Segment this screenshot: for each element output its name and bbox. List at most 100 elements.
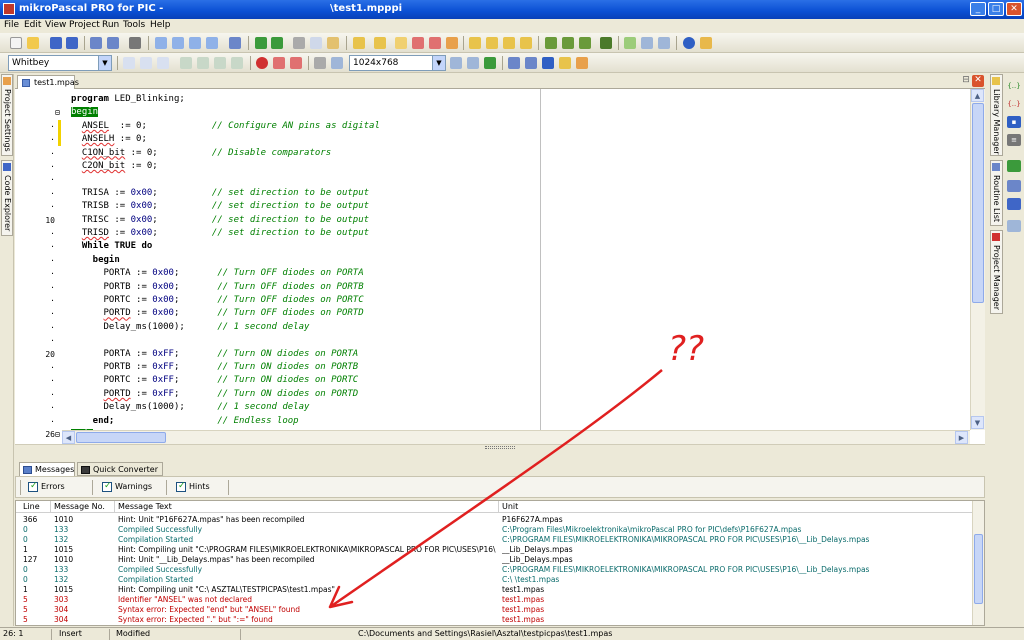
menu-run[interactable]: Run (102, 20, 119, 30)
scroll-down-icon[interactable]: ▼ (971, 416, 984, 429)
tab-quick-converter[interactable]: Quick Converter (77, 462, 163, 476)
checkbox-checked-icon[interactable] (102, 481, 112, 492)
editor-vertical-scrollbar[interactable]: ▲ ▼ (970, 89, 985, 430)
close-project-icon[interactable] (429, 37, 441, 49)
about-icon[interactable] (700, 37, 712, 49)
close-file-icon[interactable] (90, 37, 102, 49)
editor-horizontal-scrollbar[interactable]: ◀ ▶ (62, 430, 970, 444)
chip-icon[interactable]: ▪ (1007, 116, 1021, 128)
network-icon[interactable] (1007, 198, 1021, 210)
open-folder-icon[interactable] (27, 37, 39, 49)
column-divider[interactable] (498, 501, 499, 513)
tab-test1-mpas[interactable]: test1.mpas (17, 75, 79, 89)
copy-icon[interactable] (310, 37, 322, 49)
message-row[interactable]: 5 304 Syntax error: Expected "end" but "AN… (16, 605, 974, 614)
folder-edit-icon[interactable] (520, 37, 532, 49)
code-line[interactable]: · PORTB := 0x00; // Turn OFF diodes on P… (15, 281, 970, 294)
code-line[interactable]: · end; // Endless loop (15, 415, 970, 428)
tab-code-explorer[interactable]: Code Explorer (1, 160, 13, 236)
code-line[interactable]: · (15, 173, 970, 186)
scroll-up-icon[interactable]: ▲ (971, 89, 984, 102)
column-unit[interactable]: Unit (502, 502, 518, 511)
build-all-icon[interactable] (562, 37, 574, 49)
splitter-grip[interactable] (485, 446, 515, 449)
editor-scheme-combo[interactable]: Whitbey ▼ (8, 55, 112, 71)
layout-icon[interactable] (450, 57, 462, 69)
new-project-icon[interactable] (353, 37, 365, 49)
message-row[interactable]: 5 304 Syntax error: Expected "." but ":=" … (16, 615, 974, 624)
watch-icon[interactable] (314, 57, 326, 69)
message-row[interactable]: 5 303 Identifier "ANSEL" was not declared t… (16, 595, 974, 604)
scroll-left-icon[interactable]: ◀ (62, 431, 75, 444)
programmer-icon[interactable] (600, 37, 612, 49)
menu-view[interactable]: View (45, 20, 66, 30)
close-button[interactable]: ✕ (1006, 2, 1022, 16)
messages-scrollbar[interactable] (972, 501, 984, 625)
column-divider[interactable] (114, 501, 115, 513)
tab-library-manager[interactable]: Library Manager (990, 74, 1003, 156)
tab-routine-list[interactable]: Routine List (990, 160, 1003, 226)
paste-icon[interactable] (327, 37, 339, 49)
build-icon[interactable] (545, 37, 557, 49)
message-row[interactable]: 0 133 Compiled Successfully C:\Program File… (16, 525, 974, 534)
code-line[interactable]: program LED_Blinking; (15, 93, 970, 106)
menu-help[interactable]: Help (150, 20, 171, 30)
scroll-thumb[interactable] (972, 103, 984, 303)
pane-splitter[interactable] (15, 444, 985, 450)
remove-file-icon[interactable] (486, 37, 498, 49)
braces-icon[interactable]: {..} (1007, 80, 1021, 92)
menu-edit[interactable]: Edit (24, 20, 41, 30)
checkbox-checked-icon[interactable] (176, 481, 186, 492)
code-line[interactable]: · PORTD := 0x00; // Turn OFF diodes on P… (15, 307, 970, 320)
message-row[interactable]: 0 132 Compilation Started C:\ \test1.mpas (16, 575, 974, 584)
debug-window-icon[interactable] (331, 57, 343, 69)
tab-project-manager[interactable]: Project Manager (990, 230, 1003, 314)
print-icon[interactable] (129, 37, 141, 49)
code-line[interactable]: · C1ON_bit := 0; // Disable comparators (15, 147, 970, 160)
code-line[interactable]: · Delay_ms(1000); // 1 second delay (15, 401, 970, 414)
tab-project-settings[interactable]: Project Settings (1, 74, 13, 156)
project-settings-icon[interactable] (446, 37, 458, 49)
seven-segment-icon[interactable] (542, 57, 554, 69)
outdent-icon[interactable] (140, 57, 152, 69)
save-icon[interactable] (50, 37, 62, 49)
code-line[interactable]: · TRISD := 0x00; // set direction to be … (15, 227, 970, 240)
folder-new-icon[interactable] (503, 37, 515, 49)
hints-checkbox[interactable]: Hints (176, 481, 210, 492)
clear-breakpoints-icon[interactable] (273, 57, 285, 69)
message-row[interactable]: 1 1015 Hint: Compiling unit "C:\PROGRAM FI… (16, 545, 974, 554)
resolution-combo[interactable]: 1024x768 ▼ (349, 55, 446, 71)
list-icon[interactable] (1007, 180, 1021, 192)
fold-marker-icon[interactable]: ⊟ (55, 106, 65, 120)
cut-icon[interactable] (293, 37, 305, 49)
add-file-icon[interactable] (469, 37, 481, 49)
code-line[interactable]: · ANSELH := 0; (15, 133, 970, 147)
breakpoints-window-icon[interactable] (290, 57, 302, 69)
breakpoint-icon[interactable] (256, 57, 268, 69)
code-line[interactable]: · PORTA := 0x00; // Turn OFF diodes on P… (15, 267, 970, 280)
indent-icon[interactable] (123, 57, 135, 69)
scroll-thumb[interactable] (76, 432, 166, 443)
column-message-no[interactable]: Message No. (54, 502, 105, 511)
save-all-icon[interactable] (66, 37, 78, 49)
menu-project[interactable]: Project (69, 20, 100, 30)
scroll-right-icon[interactable]: ▶ (955, 431, 968, 444)
mcu-icon[interactable] (1007, 160, 1021, 172)
ascii-icon[interactable]: ≡ (1007, 134, 1021, 146)
ascii-chart-icon[interactable] (525, 57, 537, 69)
find-icon[interactable] (155, 37, 167, 49)
minimize-button[interactable]: _ (970, 2, 986, 16)
checkbox-checked-icon[interactable] (28, 481, 38, 492)
redo-icon[interactable] (271, 37, 283, 49)
message-row[interactable]: 0 133 Compiled Successfully C:\PROGRAM FILE… (16, 565, 974, 574)
code-line[interactable]: · PORTD := 0xFF; // Turn ON diodes on PO… (15, 388, 970, 401)
find-next-icon[interactable] (189, 37, 201, 49)
column-line[interactable]: Line (23, 502, 40, 511)
listing-icon[interactable] (658, 37, 670, 49)
code-line[interactable]: ⊟ begin (15, 106, 970, 120)
lcd-designer-icon[interactable] (559, 57, 571, 69)
statistics-icon[interactable] (641, 37, 653, 49)
message-row[interactable]: 127 1010 Hint: Unit "__Lib_Delays.mpas" ha… (16, 555, 974, 564)
replace-icon[interactable] (172, 37, 184, 49)
braces-alt-icon[interactable]: {..} (1007, 98, 1021, 110)
